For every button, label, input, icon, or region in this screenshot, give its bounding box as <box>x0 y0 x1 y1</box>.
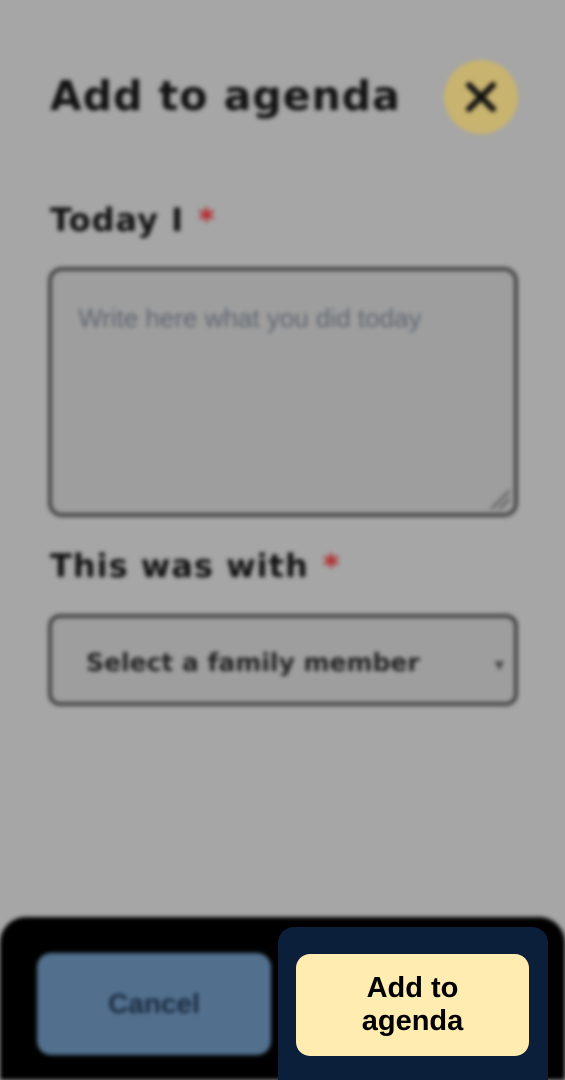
today-label: Today I * <box>50 201 216 239</box>
cancel-button[interactable]: Cancel <box>37 953 271 1055</box>
dialog-title: Add to agenda <box>50 72 401 120</box>
add-to-agenda-button[interactable]: Add to agenda <box>296 954 529 1056</box>
with-label-text: This was with <box>50 547 309 585</box>
close-button[interactable] <box>444 60 518 134</box>
add-to-agenda-label: Add to agenda <box>361 972 464 1037</box>
family-member-select[interactable]: Select a family member ▼ <box>48 614 518 706</box>
required-marker: * <box>322 547 341 585</box>
today-textarea[interactable]: Write here what you did today <box>48 267 518 517</box>
chevron-down-icon: ▼ <box>494 658 504 672</box>
dialog-backdrop: Add to agenda Today I * Write here what y… <box>0 0 565 1080</box>
resize-handle-icon[interactable] <box>490 489 510 509</box>
with-label: This was with * <box>50 547 340 585</box>
family-member-select-value: Select a family member <box>86 648 420 677</box>
required-marker: * <box>197 201 216 239</box>
today-placeholder: Write here what you did today <box>78 303 422 333</box>
close-icon <box>466 82 496 112</box>
today-label-text: Today I <box>50 201 184 239</box>
